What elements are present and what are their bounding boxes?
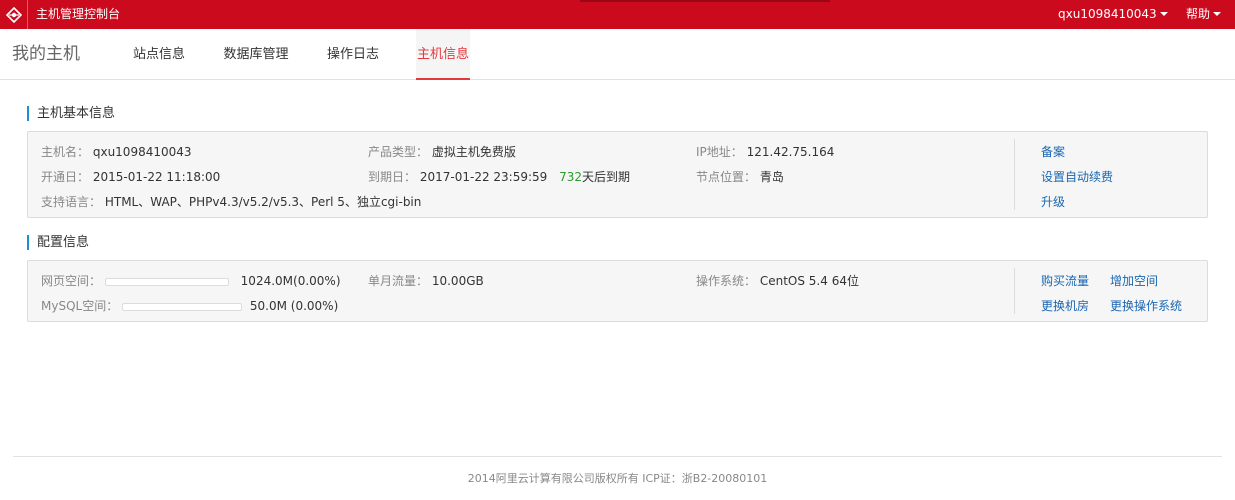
page-brand: 我的主机 xyxy=(12,44,80,64)
chevron-down-icon xyxy=(1159,11,1168,16)
username: qxu1098410043 xyxy=(1058,7,1157,21)
basic-info-panel: 主机名： qxu1098410043 产品类型： 虚拟主机免费版 IP地址： 1… xyxy=(27,131,1208,218)
os-field: 操作系统： CentOS 5.4 64位 xyxy=(696,272,859,289)
product-value: 虚拟主机免费版 xyxy=(431,145,516,159)
config-info-panel: 网页空间： 1024.0M(0.00%) 单月流量： 10.00GB 操作系统：… xyxy=(27,260,1208,322)
panel-divider xyxy=(1014,268,1015,314)
open-date-label: 开通日： xyxy=(41,170,90,184)
aliyun-logo-icon[interactable] xyxy=(0,0,28,29)
auto-renew-link[interactable]: 设置自动续费 xyxy=(1041,168,1113,185)
days-left-suffix: 天后到期 xyxy=(582,170,631,184)
add-space-link[interactable]: 增加空间 xyxy=(1110,272,1158,289)
expire-date-field: 到期日： 2017-01-22 23:59:59 732天后到期 xyxy=(368,168,630,185)
change-datacenter-link[interactable]: 更换机房 xyxy=(1041,297,1089,314)
section-title-config: 配置信息 xyxy=(27,235,89,250)
languages-value: HTML、WAP、PHPv4.3/v5.2/v5.3、Perl 5、独立cgi-… xyxy=(104,195,422,209)
open-date-value: 2015-01-22 11:18:00 xyxy=(92,170,221,184)
top-bar: 主机管理控制台 qxu1098410043 帮助 xyxy=(0,0,1235,29)
user-menu[interactable]: qxu1098410043 xyxy=(1058,0,1168,29)
chevron-down-icon xyxy=(1213,11,1222,16)
web-space-label: 网页空间： xyxy=(41,274,102,288)
tab-host-info[interactable]: 主机信息 xyxy=(416,29,470,80)
expire-date-label: 到期日： xyxy=(368,170,417,184)
hostname-field: 主机名： qxu1098410043 xyxy=(41,143,192,160)
days-left-count: 732 xyxy=(559,170,583,184)
open-date-field: 开通日： 2015-01-22 11:18:00 xyxy=(41,168,220,185)
traffic-field: 单月流量： 10.00GB xyxy=(368,272,484,289)
web-space-value: 1024.0M(0.00%) xyxy=(240,274,341,288)
ip-label: IP地址： xyxy=(696,145,743,159)
tab-database[interactable]: 数据库管理 xyxy=(215,29,297,80)
help-label: 帮助 xyxy=(1186,7,1211,21)
change-os-link[interactable]: 更换操作系统 xyxy=(1110,297,1182,314)
ip-field: IP地址： 121.42.75.164 xyxy=(696,143,834,160)
languages-label: 支持语言： xyxy=(41,195,102,209)
app-title: 主机管理控制台 xyxy=(36,7,121,21)
node-field: 节点位置： 青岛 xyxy=(696,168,784,185)
footer-copyright: 2014阿里云计算有限公司版权所有 ICP证：浙B2-20080101 xyxy=(467,472,768,485)
mysql-space-value: 50.0M (0.00%) xyxy=(249,299,339,313)
hostname-value: qxu1098410043 xyxy=(92,145,192,159)
buy-traffic-link[interactable]: 购买流量 xyxy=(1041,272,1089,289)
panel-divider xyxy=(1014,139,1015,210)
mysql-space-progress-bar xyxy=(122,302,243,311)
footer-divider xyxy=(13,456,1222,457)
icp-filing-link[interactable]: 备案 xyxy=(1041,143,1065,160)
mysql-space-field: MySQL空间： 50.0M (0.00%) xyxy=(41,297,338,314)
hostname-label: 主机名： xyxy=(41,145,90,159)
traffic-label: 单月流量： xyxy=(368,274,429,288)
expire-date-value: 2017-01-22 23:59:59 xyxy=(419,170,548,184)
upgrade-link[interactable]: 升级 xyxy=(1041,193,1065,210)
node-value: 青岛 xyxy=(759,170,784,184)
product-field: 产品类型： 虚拟主机免费版 xyxy=(368,143,516,160)
tab-site-info[interactable]: 站点信息 xyxy=(122,29,196,80)
os-value: CentOS 5.4 64位 xyxy=(759,274,859,288)
section-title-basic: 主机基本信息 xyxy=(27,106,115,121)
os-label: 操作系统： xyxy=(696,274,757,288)
mysql-space-label: MySQL空间： xyxy=(41,299,119,313)
top-shadow-strip xyxy=(580,0,830,2)
languages-field: 支持语言： HTML、WAP、PHPv4.3/v5.2/v5.3、Perl 5、… xyxy=(41,193,421,210)
traffic-value: 10.00GB xyxy=(431,274,484,288)
product-label: 产品类型： xyxy=(368,145,429,159)
node-label: 节点位置： xyxy=(696,170,757,184)
web-space-field: 网页空间： 1024.0M(0.00%) xyxy=(41,272,341,289)
ip-value: 121.42.75.164 xyxy=(746,145,835,159)
main-nav: 我的主机 站点信息 数据库管理 操作日志 主机信息 xyxy=(0,29,1235,80)
web-space-progress-bar xyxy=(104,277,229,286)
tab-operation-log[interactable]: 操作日志 xyxy=(318,29,388,80)
help-menu[interactable]: 帮助 xyxy=(1186,0,1222,29)
